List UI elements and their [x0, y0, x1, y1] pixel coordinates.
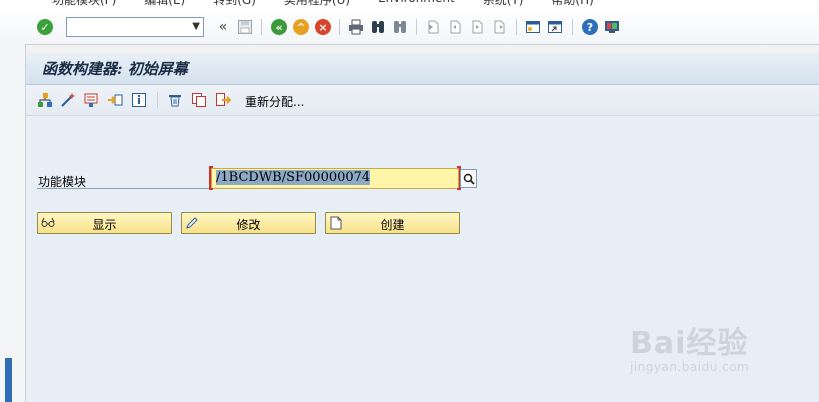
search-help-button[interactable]	[460, 169, 477, 188]
find-icon[interactable]	[369, 18, 387, 36]
left-edge	[0, 44, 26, 402]
standard-toolbar: ✓ ▼ « « ^ × ?	[0, 8, 819, 45]
menu-function-module[interactable]: 功能模块(F)	[52, 0, 116, 8]
redistribute-button[interactable]: 重新分配...	[245, 93, 304, 110]
print-icon[interactable]	[347, 18, 365, 36]
watermark-brand: Bai经验	[630, 326, 749, 361]
menu-system[interactable]: 系统(Y)	[483, 0, 524, 8]
baidu-watermark: Bai经验 jingyan.baidu.com	[630, 318, 749, 374]
check-icon[interactable]: ✓	[36, 18, 54, 36]
exit-icon[interactable]: ^	[292, 18, 310, 36]
last-page-icon[interactable]	[490, 18, 508, 36]
menu-edit[interactable]: 编辑(E)	[144, 0, 185, 8]
back-icon[interactable]: «	[270, 18, 288, 36]
menu-goto[interactable]: 转到(G)	[213, 0, 256, 8]
transport-icon[interactable]	[106, 91, 123, 108]
hierarchy-icon[interactable]	[36, 91, 53, 108]
menu-utilities[interactable]: 实用程序(U)	[284, 0, 350, 8]
info-icon[interactable]	[130, 91, 147, 108]
command-field[interactable]: ▼	[66, 17, 204, 37]
display-button[interactable]: 显示	[37, 212, 172, 234]
create-button[interactable]: 创建	[325, 212, 460, 234]
prev-page-icon[interactable]	[446, 18, 464, 36]
left-edge-marker	[5, 358, 12, 402]
change-button[interactable]: 修改	[181, 212, 316, 234]
change-button-label: 修改	[236, 218, 261, 232]
magic-wand-icon[interactable]	[59, 91, 76, 108]
chevron-down-icon[interactable]: ▼	[192, 21, 200, 32]
where-used-icon[interactable]	[82, 91, 99, 108]
cancel-icon[interactable]: ×	[314, 18, 332, 36]
delete-icon[interactable]	[166, 91, 183, 108]
menu-bar: 功能模块(F) 编辑(E) 转到(G) 实用程序(U) Environment …	[0, 0, 819, 8]
function-module-value: /1BCDWB/SF00000074	[216, 170, 371, 185]
collapse-icon[interactable]: «	[214, 18, 232, 36]
title-bar: 函数构建器: 初始屏幕	[26, 53, 819, 85]
shortcut-icon[interactable]	[546, 18, 564, 36]
help-icon[interactable]: ?	[581, 18, 599, 36]
function-module-field[interactable]: /1BCDWB/SF00000074	[209, 166, 461, 190]
focus-bracket-left	[209, 166, 213, 190]
layout-icon[interactable]	[603, 18, 621, 36]
display-button-label: 显示	[92, 218, 117, 232]
next-page-icon[interactable]	[468, 18, 486, 36]
application-toolbar: 重新分配...	[26, 85, 819, 116]
function-module-input[interactable]: /1BCDWB/SF00000074	[211, 168, 459, 189]
label-underline	[37, 188, 209, 189]
page-title: 函数构建器: 初始屏幕	[42, 60, 188, 78]
rename-icon[interactable]	[214, 91, 231, 108]
new-session-icon[interactable]	[524, 18, 542, 36]
copy-icon[interactable]	[190, 91, 207, 108]
create-button-label: 创建	[380, 218, 405, 232]
find-next-icon[interactable]	[391, 18, 409, 36]
first-page-icon[interactable]	[424, 18, 442, 36]
watermark-url: jingyan.baidu.com	[630, 360, 750, 374]
save-icon[interactable]	[236, 18, 254, 36]
menu-help[interactable]: 帮助(H)	[551, 0, 593, 8]
search-icon	[463, 173, 475, 185]
menu-environment[interactable]: Environment	[378, 0, 455, 8]
